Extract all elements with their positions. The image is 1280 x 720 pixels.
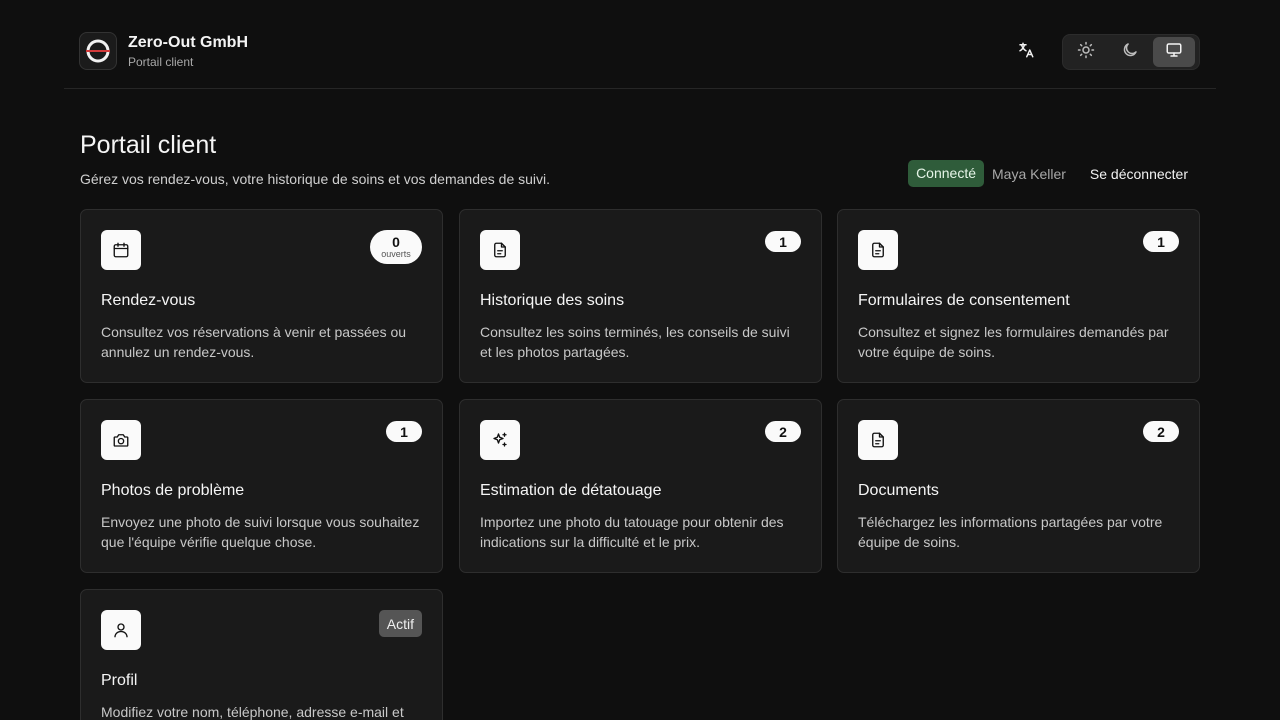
brand[interactable]: Zero-Out GmbH Portail client (79, 32, 248, 70)
card-consent-forms[interactable]: 1 Formulaires de consentement Consultez … (837, 209, 1200, 383)
user-name: Maya Keller (992, 165, 1066, 182)
file-icon (858, 230, 898, 270)
card-title: Photos de problème (101, 482, 245, 499)
card-title: Estimation de détatouage (480, 482, 662, 499)
file-icon (858, 420, 898, 460)
card-removal-estimate[interactable]: 2 Estimation de détatouage Importez une … (459, 399, 822, 573)
card-problem-photos[interactable]: 1 Photos de problème Envoyez une photo d… (80, 399, 443, 573)
card-documents[interactable]: 2 Documents Téléchargez les informations… (837, 399, 1200, 573)
logout-button[interactable]: Se déconnecter (1090, 166, 1200, 182)
card-title: Profil (101, 672, 138, 689)
card-description: Consultez vos réservations à venir et pa… (101, 324, 407, 360)
card-description: Importez une photo du tatouage pour obte… (480, 514, 784, 550)
page-title: Portail client (80, 131, 217, 159)
count-badge: 1 (765, 231, 801, 252)
card-description: Consultez et signez les formulaires dema… (858, 324, 1169, 360)
brand-logo (79, 32, 117, 70)
card-description: Envoyez une photo de suivi lorsque vous … (101, 514, 420, 550)
calendar-icon (101, 230, 141, 270)
card-profile[interactable]: Actif Profil Modifiez votre nom, télépho… (80, 589, 443, 720)
count-badge: 2 (1143, 421, 1179, 442)
card-care-history[interactable]: 1 Historique des soins Consultez les soi… (459, 209, 822, 383)
camera-icon (101, 420, 141, 460)
count-badge: 1 (1143, 231, 1179, 252)
card-appointments[interactable]: 0 ouverts Rendez-vous Consultez vos rése… (80, 209, 443, 383)
count-badge: 2 (765, 421, 801, 442)
translate-icon (1017, 41, 1035, 64)
theme-dark-button[interactable] (1109, 37, 1151, 67)
session-bar: Connecté Maya Keller Se déconnecter (908, 160, 1200, 187)
user-icon (101, 610, 141, 650)
sparkles-icon (480, 420, 520, 460)
status-badge: Actif (378, 610, 422, 637)
card-description: Modifiez votre nom, téléphone, adresse e… (101, 704, 404, 720)
theme-system-button[interactable] (1153, 37, 1195, 67)
monitor-icon (1165, 41, 1183, 64)
theme-switcher (1062, 34, 1200, 70)
app-header: Zero-Out GmbH Portail client (64, 0, 1216, 89)
open-count-badge: 0 ouverts (370, 230, 422, 264)
count-badge: 1 (386, 421, 422, 442)
page-description: Gérez vos rendez-vous, votre historique … (80, 171, 551, 187)
connected-badge: Connecté (908, 160, 984, 187)
brand-name: Zero-Out GmbH (128, 33, 248, 51)
card-title: Historique des soins (480, 292, 625, 309)
theme-light-button[interactable] (1065, 37, 1107, 67)
file-icon (480, 230, 520, 270)
moon-icon (1121, 41, 1139, 64)
card-title: Documents (858, 482, 939, 499)
brand-subtitle: Portail client (128, 54, 194, 69)
sun-icon (1077, 41, 1095, 64)
card-title: Formulaires de consentement (858, 292, 1070, 309)
card-description: Téléchargez les informations partagées p… (858, 514, 1163, 550)
card-title: Rendez-vous (101, 292, 196, 309)
card-description: Consultez les soins terminés, les consei… (480, 324, 790, 360)
language-button[interactable] (1010, 38, 1042, 66)
